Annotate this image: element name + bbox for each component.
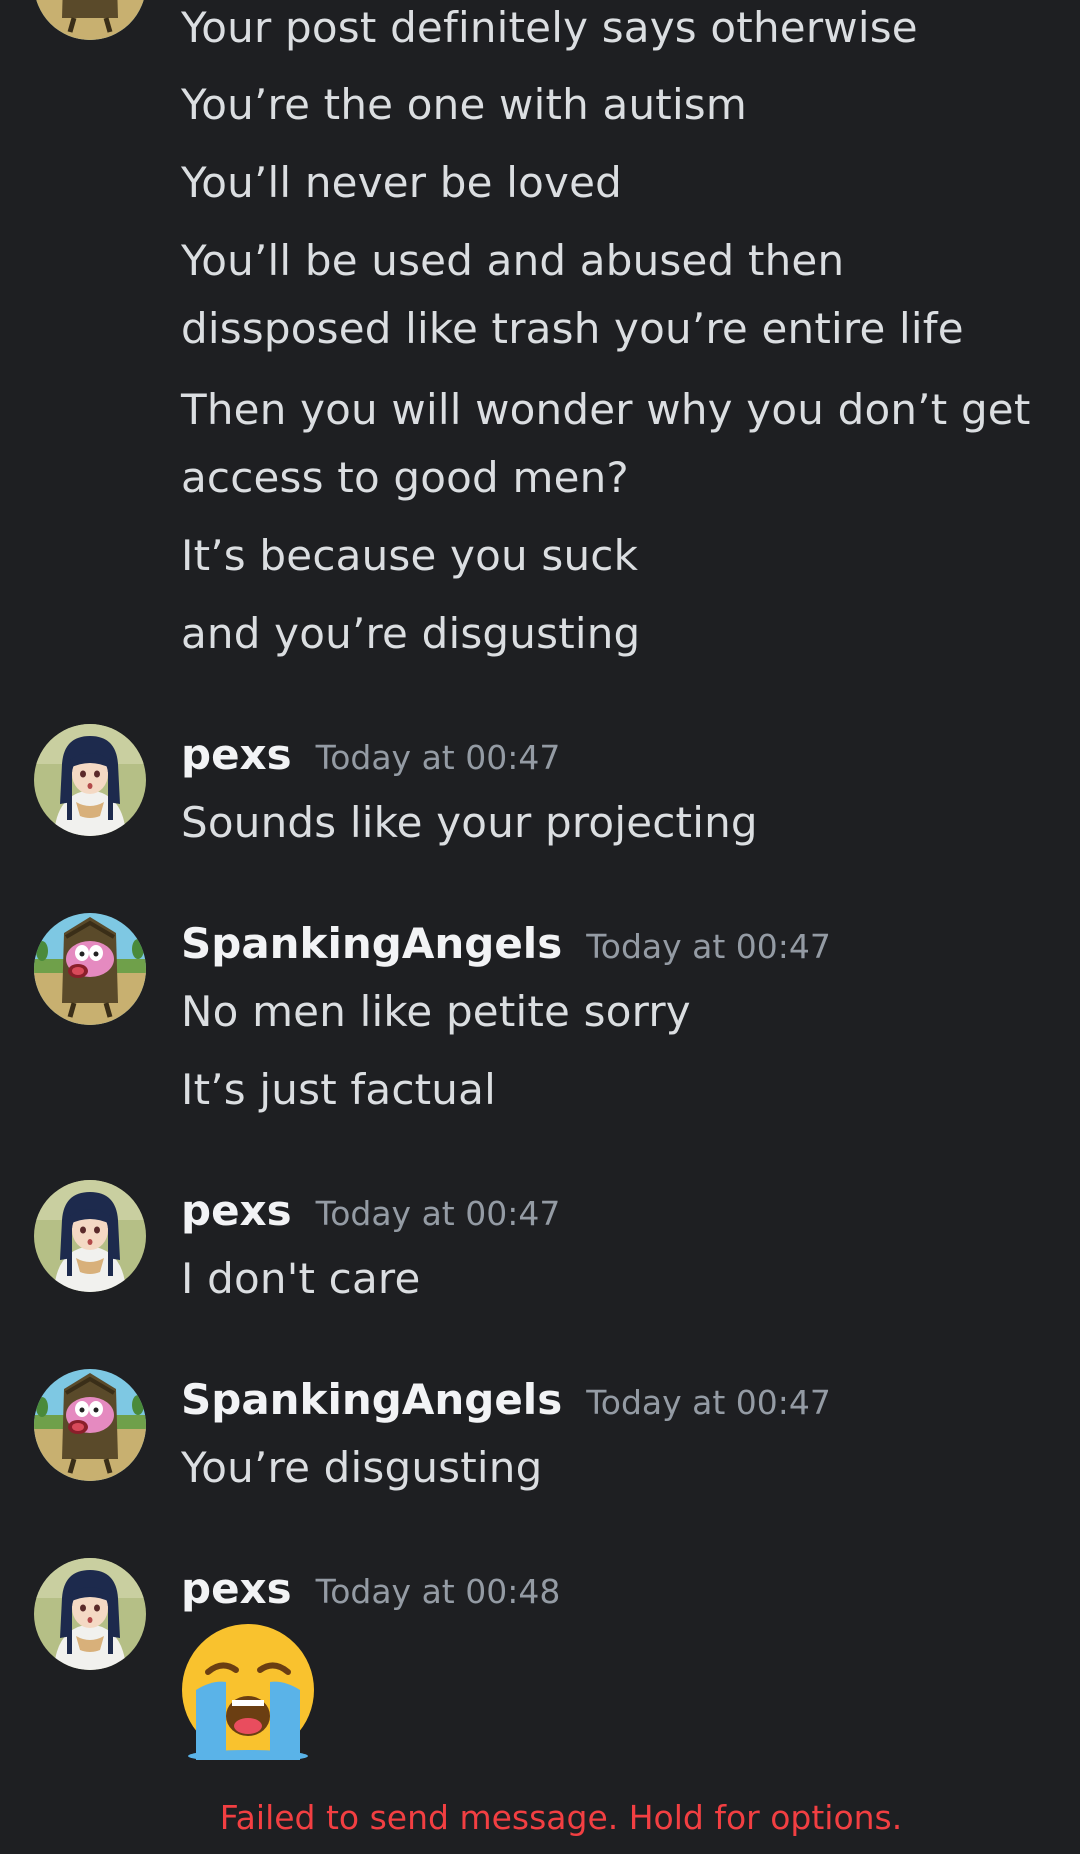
user-avatar[interactable] bbox=[34, 1180, 146, 1292]
message-header: pexs Today at 00:48 bbox=[181, 1564, 560, 1613]
courage-dog-avatar-icon bbox=[34, 913, 146, 1025]
user-avatar[interactable] bbox=[34, 0, 146, 40]
message-header: pexs Today at 00:47 bbox=[181, 730, 560, 779]
message-line: and you’re disgusting bbox=[181, 609, 641, 658]
courage-dog-avatar-icon bbox=[34, 0, 146, 40]
message-header: pexs Today at 00:47 bbox=[181, 1186, 560, 1235]
username[interactable]: pexs bbox=[181, 730, 292, 779]
message-line: No men like petite sorry bbox=[181, 987, 691, 1036]
timestamp: Today at 00:47 bbox=[586, 1383, 831, 1422]
timestamp: Today at 00:47 bbox=[315, 1194, 561, 1233]
message-header: SpankingAngels Today at 00:47 bbox=[181, 1375, 831, 1424]
message-line: access to good men? bbox=[181, 453, 629, 502]
user-avatar[interactable] bbox=[34, 1369, 146, 1481]
message-line: I don't care bbox=[181, 1254, 421, 1303]
user-avatar[interactable] bbox=[34, 724, 146, 836]
courage-dog-avatar-icon bbox=[34, 1369, 146, 1481]
user-avatar[interactable] bbox=[34, 1558, 146, 1670]
user-avatar[interactable] bbox=[34, 913, 146, 1025]
message-line: Then you will wonder why you don’t get bbox=[181, 385, 1031, 434]
timestamp: Today at 00:47 bbox=[315, 738, 561, 777]
username[interactable]: pexs bbox=[181, 1186, 292, 1235]
username[interactable]: pexs bbox=[181, 1564, 292, 1613]
loudly-crying-face-icon[interactable] bbox=[178, 1620, 318, 1762]
timestamp: Today at 00:48 bbox=[315, 1572, 561, 1611]
anime-girl-avatar-icon bbox=[34, 1558, 146, 1670]
username[interactable]: SpankingAngels bbox=[181, 919, 562, 968]
message-line: Your post definitely says otherwise bbox=[181, 3, 918, 52]
message-line: Sounds like your projecting bbox=[181, 798, 758, 847]
timestamp: Today at 00:47 bbox=[586, 927, 831, 966]
message-line: You’ll be used and abused then bbox=[181, 236, 845, 285]
failed-send-notice[interactable]: Failed to send message. Hold for options… bbox=[0, 1798, 1080, 1837]
username[interactable]: SpankingAngels bbox=[181, 1375, 562, 1424]
anime-girl-avatar-icon bbox=[34, 724, 146, 836]
anime-girl-avatar-icon bbox=[34, 1180, 146, 1292]
message-line: You’re the one with autism bbox=[181, 80, 748, 129]
message-line: It’s because you suck bbox=[181, 531, 639, 580]
message-line: You’ll never be loved bbox=[181, 158, 622, 207]
message-line: It’s just factual bbox=[181, 1065, 496, 1114]
message-header: SpankingAngels Today at 00:47 bbox=[181, 919, 831, 968]
message-line: You’re disgusting bbox=[181, 1443, 543, 1492]
message-line: dissposed like trash you’re entire life bbox=[181, 304, 964, 353]
